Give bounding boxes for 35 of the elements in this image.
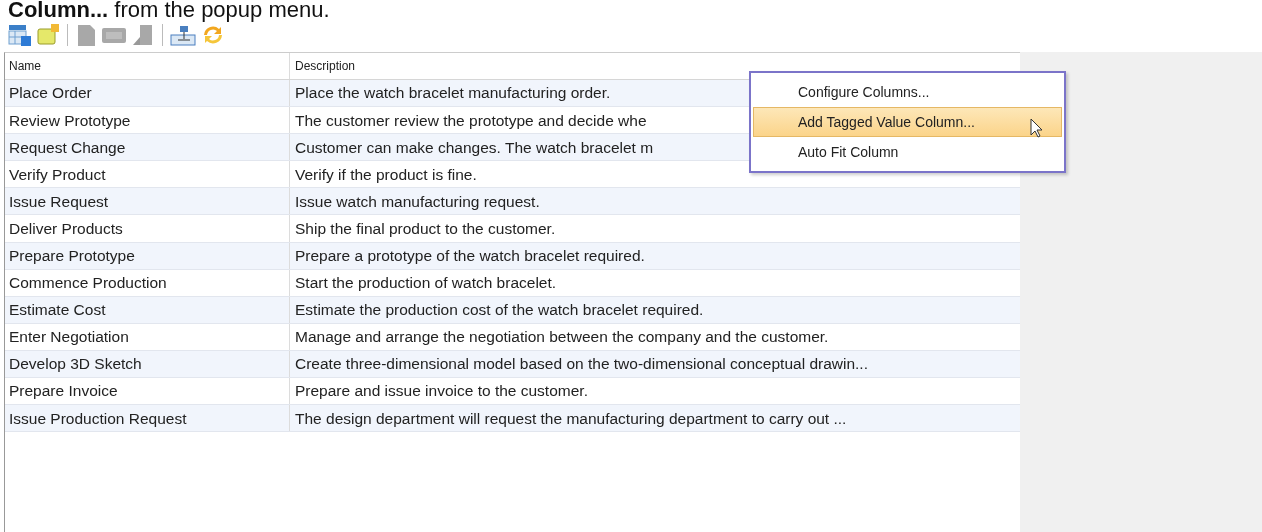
table-icon[interactable] (8, 23, 32, 47)
table-cell-text: Issue watch manufacturing request. (295, 191, 540, 212)
table-cell-text: Place the watch bracelet manufacturing order. (295, 83, 611, 104)
table-cell-text: Prepare and issue invoice to the customer. (295, 381, 588, 402)
note-icon[interactable] (36, 23, 60, 47)
table-cell-text: Deliver Products (9, 218, 123, 239)
table-cell-text: Estimate the production cost of the watch bracelet required. (295, 300, 704, 321)
table-cell-text: Verify Product (9, 164, 106, 185)
table-cell-text: Estimate Cost (9, 300, 106, 321)
table-cell-text: Ship the final product to the customer. (295, 218, 556, 239)
menu-item[interactable]: Auto Fit Column (753, 137, 1062, 167)
hierarchy-icon[interactable] (170, 23, 196, 47)
table-cell-text: Prepare a prototype of the watch bracelet required. (295, 246, 645, 266)
column-header: Name (9, 58, 41, 75)
table-cell-text: Manage and arrange the negotiation between the company and the customer. (295, 327, 829, 348)
table-cell-text: Issue Request (9, 191, 109, 212)
cursor-icon (1030, 118, 1044, 138)
table-cell-text: Verify if the product is fine. (295, 164, 477, 185)
menu-item[interactable]: Configure Columns... (753, 77, 1062, 107)
table-cell-text: Request Change (9, 137, 126, 158)
table-cell-text: Prepare Invoice (9, 381, 118, 402)
table-cell-text: The customer review the prototype and decide whe (295, 110, 647, 131)
table-cell-text: Place Order (9, 83, 92, 104)
table-cell-text: Develop 3D Sketch (9, 354, 142, 375)
table-cell-text: Issue Production Request (9, 408, 187, 429)
table-cell-text: Commence Production (9, 273, 167, 294)
menu-item[interactable]: Add Tagged Value Column... (753, 107, 1062, 137)
table-cell-text: The design department will request the manufacturing department to carry out ... (295, 408, 847, 429)
table-cell-text: Review Prototype (9, 110, 131, 131)
table-cell-text: Start the production of watch bracelet. (295, 273, 557, 294)
table-cell-text: Create three-dimensional model based on the two-dimensional conceptual drawin... (295, 354, 868, 375)
table-cell-text: Customer can make changes. The watch bracelet m (295, 137, 654, 158)
column-header: Description (295, 58, 356, 75)
table-cell-text: Prepare Prototype (9, 246, 135, 266)
table-cell-text: Enter Negotiation (9, 327, 129, 348)
